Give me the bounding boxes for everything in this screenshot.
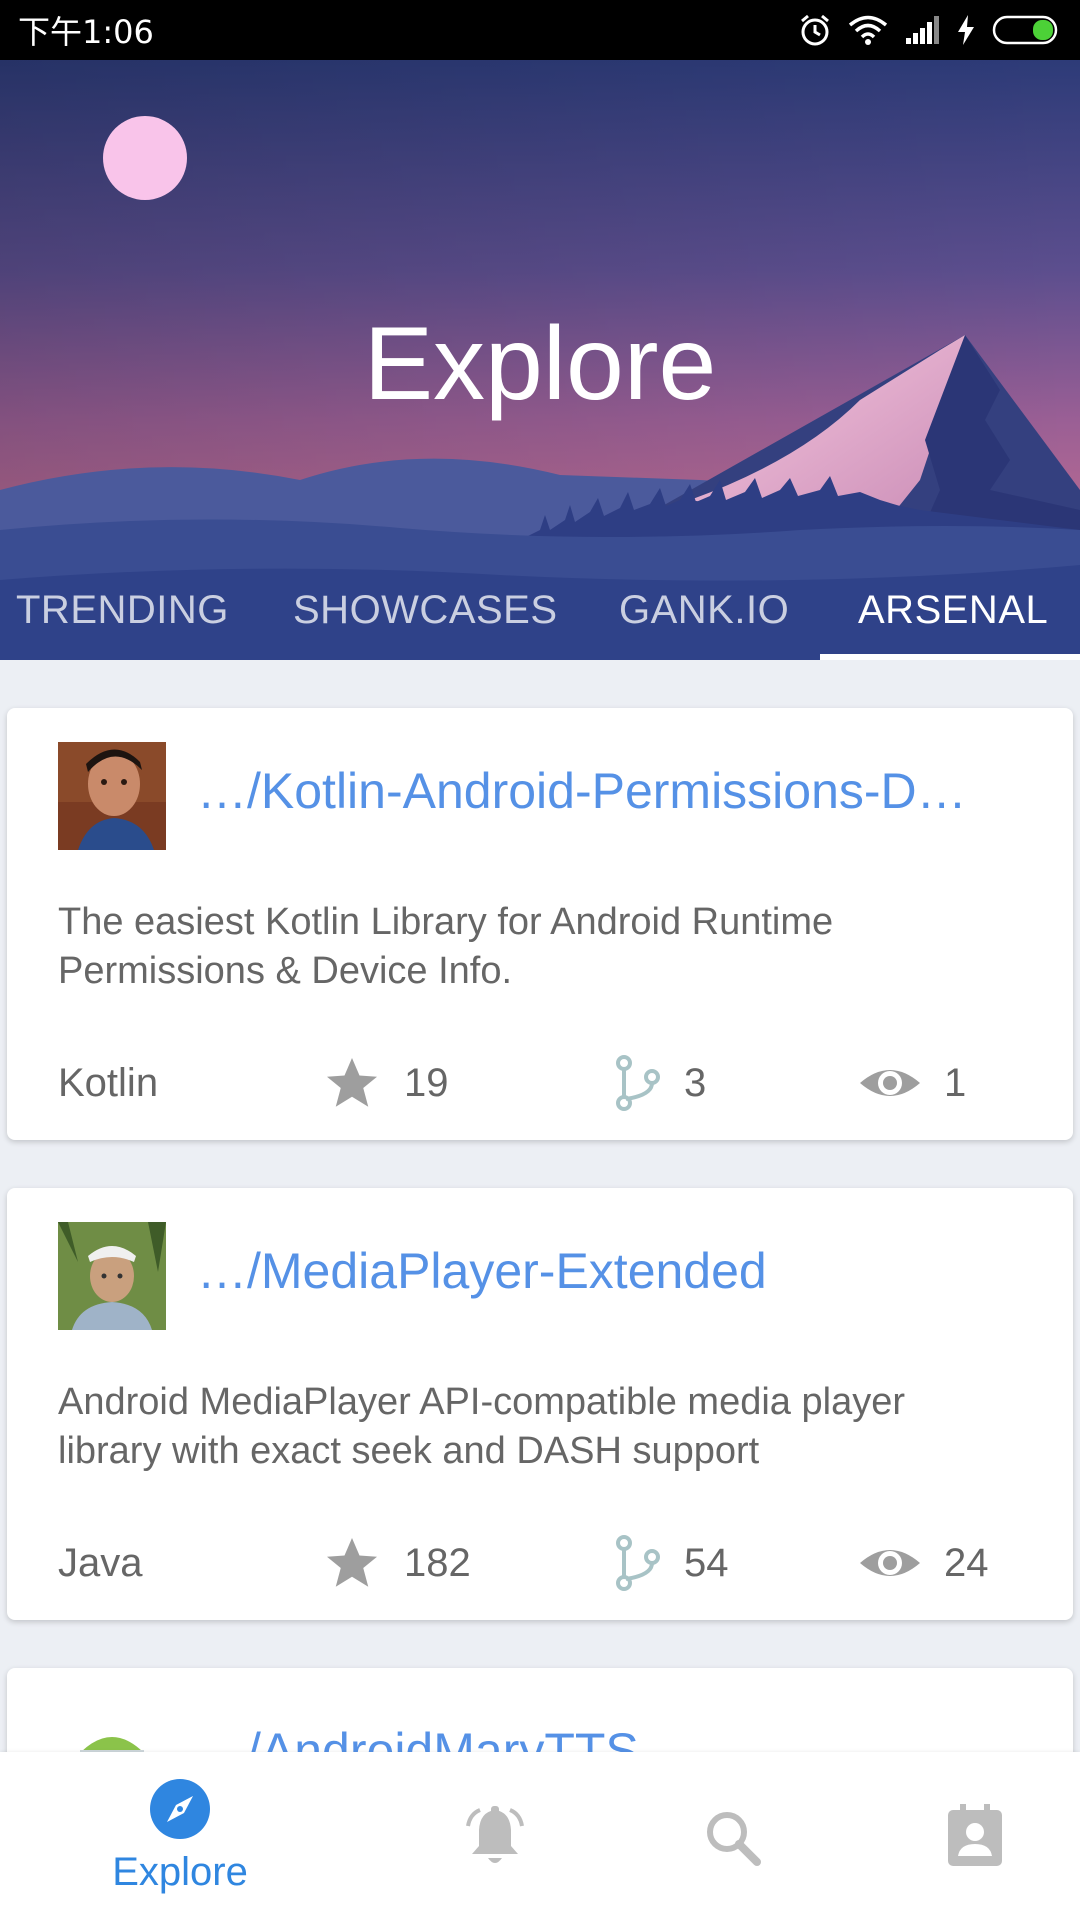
active-tab-indicator xyxy=(820,654,1080,660)
charging-icon xyxy=(958,15,974,45)
alarm-icon xyxy=(801,14,829,46)
eye-icon xyxy=(860,1550,920,1576)
status-icons xyxy=(798,13,1062,47)
wifi-icon xyxy=(848,15,888,45)
page-title: Explore xyxy=(363,306,717,422)
repo-title[interactable]: …/Kotlin-Android-Permissions-D… xyxy=(197,762,1017,820)
tab-gank-io[interactable]: GANK.IO xyxy=(619,560,789,660)
star-icon xyxy=(327,1538,377,1587)
compass-icon xyxy=(150,1779,210,1839)
fork-icon xyxy=(616,1535,660,1591)
eye-icon xyxy=(860,1070,920,1096)
contacts-icon xyxy=(948,1804,1002,1866)
notification-bell-icon xyxy=(466,1806,524,1863)
repo-stars: 19 xyxy=(322,1053,449,1113)
tab-showcases[interactable]: SHOWCASES xyxy=(293,560,558,660)
forks-count: 54 xyxy=(684,1540,729,1585)
stars-count: 19 xyxy=(404,1060,449,1105)
fork-icon xyxy=(616,1055,660,1111)
watchers-count: 1 xyxy=(944,1060,967,1105)
explore-tabs: TRENDING SHOWCASES GANK.IO ARSENAL xyxy=(0,560,1080,660)
nav-search[interactable] xyxy=(598,1752,868,1920)
tab-trending[interactable]: TRENDING xyxy=(16,560,229,660)
search-icon xyxy=(707,1812,761,1866)
repo-forks: 54 xyxy=(612,1533,729,1593)
owner-avatar[interactable] xyxy=(58,1222,166,1330)
repo-language: Kotlin xyxy=(58,1061,159,1105)
repo-card[interactable]: …/Kotlin-Android-Permissions-D… The easi… xyxy=(7,708,1073,1140)
repo-title[interactable]: …/MediaPlayer-Extended xyxy=(197,1242,1017,1300)
repo-watchers: 1 xyxy=(858,1053,966,1113)
repo-forks: 3 xyxy=(612,1053,706,1113)
status-bar: 下午1:06 xyxy=(0,0,1080,60)
bottom-navigation: Explore xyxy=(0,1752,1080,1920)
watchers-count: 24 xyxy=(944,1540,989,1585)
star-icon xyxy=(327,1058,377,1107)
repo-watchers: 24 xyxy=(858,1533,989,1593)
repo-stats: Kotlin 19 3 1 xyxy=(58,1053,1018,1113)
nav-explore[interactable]: Explore xyxy=(45,1752,315,1920)
battery-icon xyxy=(992,15,1058,45)
nav-contacts[interactable] xyxy=(840,1752,1080,1920)
explore-header: Explore TRENDING SHOWCASES GANK.IO ARSEN… xyxy=(0,60,1080,660)
repo-description: Android MediaPlayer API-compatible media… xyxy=(58,1381,905,1472)
status-time: 下午1:06 xyxy=(18,13,154,51)
stars-count: 182 xyxy=(404,1540,471,1585)
tab-arsenal[interactable]: ARSENAL xyxy=(858,560,1048,660)
repo-stars: 182 xyxy=(322,1533,471,1593)
nav-explore-label: Explore xyxy=(112,1850,248,1894)
repo-card[interactable]: …/MediaPlayer-Extended Android MediaPlay… xyxy=(7,1188,1073,1620)
repo-language: Java xyxy=(58,1541,143,1585)
forks-count: 3 xyxy=(684,1060,707,1105)
repo-stats: Java 182 54 24 xyxy=(58,1533,1018,1593)
owner-avatar[interactable] xyxy=(58,742,166,850)
nav-notifications[interactable] xyxy=(360,1752,630,1920)
repo-description: The easiest Kotlin Library for Android R… xyxy=(58,901,834,992)
signal-icon xyxy=(906,16,939,44)
